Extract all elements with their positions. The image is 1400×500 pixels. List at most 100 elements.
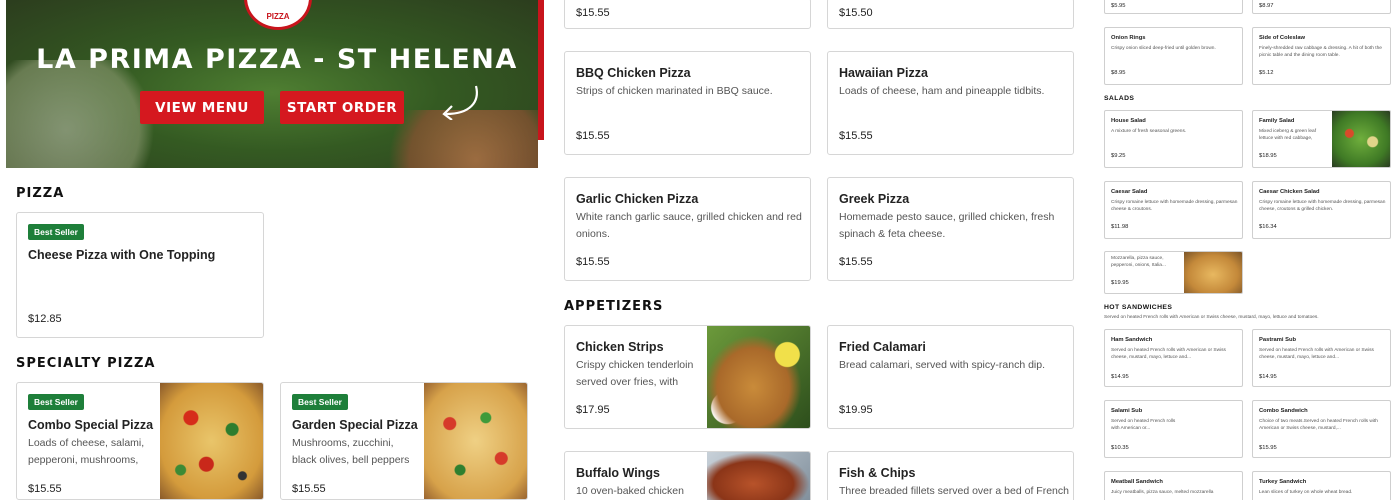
item-price: $15.55 [576, 130, 610, 142]
item-price: $15.55 [576, 7, 610, 19]
item-description: 10 oven-baked chicken [576, 485, 684, 497]
menu-item-card[interactable]: Turkey Sandwich Lean slices of turkey on… [1252, 471, 1391, 500]
best-seller-badge: Best Seller [28, 394, 84, 410]
item-name: Greek Pizza [839, 192, 910, 206]
item-price: $15.55 [839, 130, 873, 142]
menu-item-card[interactable]: Salami Sub Served on heated French rolls… [1104, 400, 1243, 458]
section-title-specialty-pizza: SPECIALTY PIZZA [16, 356, 156, 371]
item-description: Served on heated French rolls with Ameri… [1111, 348, 1226, 360]
item-price: $15.55 [292, 483, 326, 495]
item-photo [424, 383, 527, 499]
menu-item-card[interactable]: $8.97 [1252, 0, 1391, 14]
menu-item-card[interactable]: House Salad A mixture of fresh seasonal … [1104, 110, 1243, 168]
menu-item-card[interactable]: Caesar Chicken Salad Crispy romaine lett… [1252, 181, 1391, 239]
item-description: Lean slices of turkey on whole wheat bre… [1259, 490, 1353, 495]
item-price: $18.95 [1259, 153, 1277, 159]
menu-item-card[interactable]: Fish & Chips Three breaded fillets serve… [827, 451, 1074, 500]
item-price: $8.97 [1259, 3, 1274, 9]
item-description: Crispy romaine lettuce with homemade dre… [1259, 200, 1386, 212]
item-price: $5.12 [1259, 70, 1274, 76]
item-name: Hawaiian Pizza [839, 66, 928, 80]
item-price: $15.55 [839, 256, 873, 268]
item-description: Homemade pesto sauce, grilled chicken, f… [839, 211, 1055, 240]
item-price: $9.25 [1111, 153, 1126, 159]
item-name: Pastrami Sub [1259, 337, 1297, 343]
item-description: Choice of two meats.Served on heated Fre… [1259, 419, 1378, 431]
curved-arrow-icon [442, 85, 478, 120]
menu-item-card[interactable]: Buffalo Wings 10 oven-baked chicken [564, 451, 811, 500]
menu-item-card[interactable]: Mozzarella, pizza sauce, pepperoni, onio… [1104, 251, 1243, 294]
hero-title: LA PRIMA PIZZA - ST HELENA [36, 44, 518, 75]
item-price: $15.50 [839, 7, 873, 19]
menu-item-card[interactable]: Side of Coleslaw Finely-shredded raw cab… [1252, 27, 1391, 85]
item-description: Finely-shredded raw cabbage & dressing. … [1259, 46, 1382, 58]
menu-item-card[interactable]: Hawaiian Pizza Loads of cheese, ham and … [827, 51, 1074, 155]
item-description: Loads of cheese, ham and pineapple tidbi… [839, 85, 1045, 97]
item-photo [1184, 252, 1242, 293]
item-price: $17.95 [576, 404, 610, 416]
item-name: Onion Rings [1111, 35, 1146, 41]
item-name: House Salad [1111, 118, 1146, 124]
menu-item-card[interactable]: Onion Rings Crispy onion sliced deep-fri… [1104, 27, 1243, 85]
menu-item-card[interactable]: Pastrami Sub Served on heated French rol… [1252, 329, 1391, 387]
item-price: $16.34 [1259, 224, 1277, 230]
menu-item-card[interactable]: Meatball Sandwich Juicy meatballs, pizza… [1104, 471, 1243, 500]
item-description: Crispy onion sliced deep-fried until gol… [1111, 46, 1216, 51]
menu-item-card[interactable]: Ham Sandwich Served on heated French rol… [1104, 329, 1243, 387]
menu-item-card[interactable]: Combo Sandwich Choice of two meats.Serve… [1252, 400, 1391, 458]
menu-item-card[interactable]: Caesar Salad Crispy romaine lettuce with… [1104, 181, 1243, 239]
item-description: Served on heated French rolls with Ameri… [1111, 419, 1176, 431]
item-name: Turkey Sandwich [1259, 479, 1307, 485]
item-photo [707, 326, 810, 428]
item-description: Served on heated French rolls with Ameri… [1259, 348, 1374, 360]
item-name: Cheese Pizza with One Topping [28, 248, 216, 262]
item-description: Mixed iceberg & green leaf lettuce with … [1259, 129, 1317, 141]
item-price: $19.95 [839, 404, 873, 416]
menu-item-card[interactable]: Greek Pizza Homemade pesto sauce, grille… [827, 177, 1074, 281]
item-name: Garlic Chicken Pizza [576, 192, 699, 206]
item-name: Family Salad [1259, 118, 1295, 124]
menu-item-card[interactable]: Best Seller Garden Special Pizza Mushroo… [280, 382, 528, 500]
item-description: Mushrooms, zucchini, black olives, bell … [292, 437, 410, 466]
menu-item-card[interactable]: BBQ Chicken Pizza Strips of chicken mari… [564, 51, 811, 155]
item-description: Loads of cheese, salami, pepperoni, mush… [28, 437, 145, 466]
item-description: Three breaded fillets served over a bed … [839, 485, 1069, 497]
menu-item-card[interactable]: Garlic Chicken Pizza White ranch garlic … [564, 177, 811, 281]
item-description: Juicy meatballs, pizza sauce, melted moz… [1111, 490, 1214, 495]
item-price: $14.95 [1259, 374, 1277, 380]
item-price: $10.35 [1111, 445, 1129, 451]
item-name: Fried Calamari [839, 340, 926, 354]
view-menu-button[interactable]: VIEW MENU [140, 91, 264, 124]
item-name: Caesar Salad [1111, 189, 1148, 195]
start-order-button[interactable]: START ORDER [280, 91, 404, 124]
section-title-hot-sandwiches: HOT SANDWICHES [1104, 304, 1173, 311]
item-price: $14.95 [1111, 374, 1129, 380]
menu-item-card[interactable]: Best Seller Cheese Pizza with One Toppin… [16, 212, 264, 338]
item-name: Salami Sub [1111, 408, 1143, 414]
menu-item-card[interactable]: Best Seller Combo Special Pizza Loads of… [16, 382, 264, 500]
menu-item-card[interactable]: $15.55 [564, 0, 811, 29]
menu-item-card[interactable]: Chicken Strips Crispy chicken tenderloin… [564, 325, 811, 429]
item-name: Meatball Sandwich [1111, 479, 1163, 485]
item-price: $11.98 [1111, 224, 1129, 230]
item-photo [707, 452, 810, 500]
menu-item-card[interactable]: $15.50 [827, 0, 1074, 29]
item-price: $19.95 [1111, 280, 1129, 286]
menu-item-card[interactable]: Family Salad Mixed iceberg & green leaf … [1252, 110, 1391, 168]
section-title-pizza: PIZZA [16, 186, 65, 201]
item-name: Buffalo Wings [576, 466, 660, 480]
hero-banner: PIZZA LA PRIMA PIZZA - ST HELENA VIEW ME… [6, 0, 538, 168]
item-name: BBQ Chicken Pizza [576, 66, 691, 80]
item-name: Fish & Chips [839, 466, 916, 480]
item-description: Crispy romaine lettuce with homemade dre… [1111, 200, 1238, 212]
item-name: Combo Sandwich [1259, 408, 1308, 414]
item-description: Strips of chicken marinated in BBQ sauce… [576, 85, 773, 97]
item-price: $15.55 [28, 483, 62, 495]
item-price: $15.55 [576, 256, 610, 268]
item-description: Bread calamari, served with spicy-ranch … [839, 359, 1046, 371]
section-title-appetizers: APPETIZERS [564, 299, 664, 314]
item-description: Crispy chicken tenderloin served over fr… [576, 359, 694, 388]
menu-item-card[interactable]: Fried Calamari Bread calamari, served wi… [827, 325, 1074, 429]
menu-item-card[interactable]: $5.95 [1104, 0, 1243, 14]
best-seller-badge: Best Seller [292, 394, 348, 410]
